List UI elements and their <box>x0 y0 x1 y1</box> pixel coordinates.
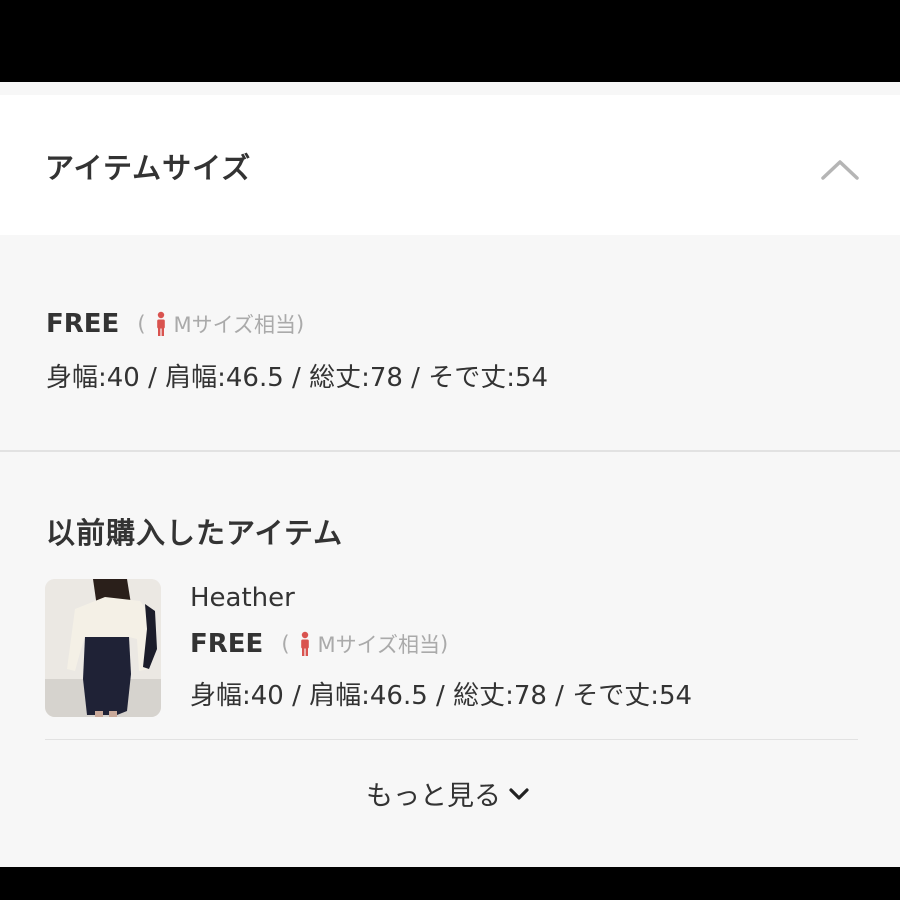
list-item[interactable]: Heather FREE ( Mサイズ相当 ) 身幅:40 / 肩幅:46.5 … <box>0 577 900 722</box>
person-icon <box>300 631 309 656</box>
paren-open: ( <box>281 632 290 656</box>
item-divider <box>45 739 858 740</box>
collapse-button[interactable] <box>815 150 865 190</box>
item-size-line: FREE ( Mサイズ相当 ) <box>190 629 448 659</box>
size-line: FREE ( Mサイズ相当 ) <box>46 309 304 339</box>
item-name: Heather <box>190 583 295 613</box>
paren-close: ) <box>296 312 305 336</box>
section-divider <box>0 450 900 452</box>
section-title: アイテムサイズ <box>45 151 252 185</box>
item-size-label: FREE <box>190 629 264 659</box>
top-gap <box>0 82 900 95</box>
size-info-block: FREE ( Mサイズ相当 ) 身幅:40 / 肩幅:46.5 / 総丈:78 … <box>0 235 900 450</box>
previous-items-title: 以前購入したアイテム <box>46 516 344 550</box>
dress-image <box>45 579 161 717</box>
item-size-hint: ( Mサイズ相当 ) <box>281 629 448 659</box>
person-icon <box>156 311 165 336</box>
see-more-button[interactable]: もっと見る <box>366 774 531 813</box>
item-size-equivalent: Mサイズ相当 <box>317 633 441 657</box>
top-black-bar <box>0 0 900 82</box>
item-size-header[interactable]: アイテムサイズ <box>0 95 900 235</box>
size-label: FREE <box>46 309 120 339</box>
bottom-black-bar <box>0 867 900 900</box>
paren-open: ( <box>137 312 146 336</box>
chevron-down-icon <box>509 787 529 800</box>
size-equivalent: Mサイズ相当 <box>173 313 297 337</box>
size-hint: ( Mサイズ相当 ) <box>137 309 304 339</box>
item-measurements: 身幅:40 / 肩幅:46.5 / 総丈:78 / そで丈:54 <box>190 681 693 711</box>
item-thumbnail[interactable] <box>45 579 161 717</box>
paren-close: ) <box>440 632 449 656</box>
app-screen: アイテムサイズ FREE ( Mサイズ相当 ) 身幅:40 / 肩幅:46.5 <box>0 82 900 867</box>
see-more-label: もっと見る <box>366 781 501 812</box>
size-measurements: 身幅:40 / 肩幅:46.5 / 総丈:78 / そで丈:54 <box>46 363 549 393</box>
chevron-up-icon[interactable] <box>815 150 865 190</box>
